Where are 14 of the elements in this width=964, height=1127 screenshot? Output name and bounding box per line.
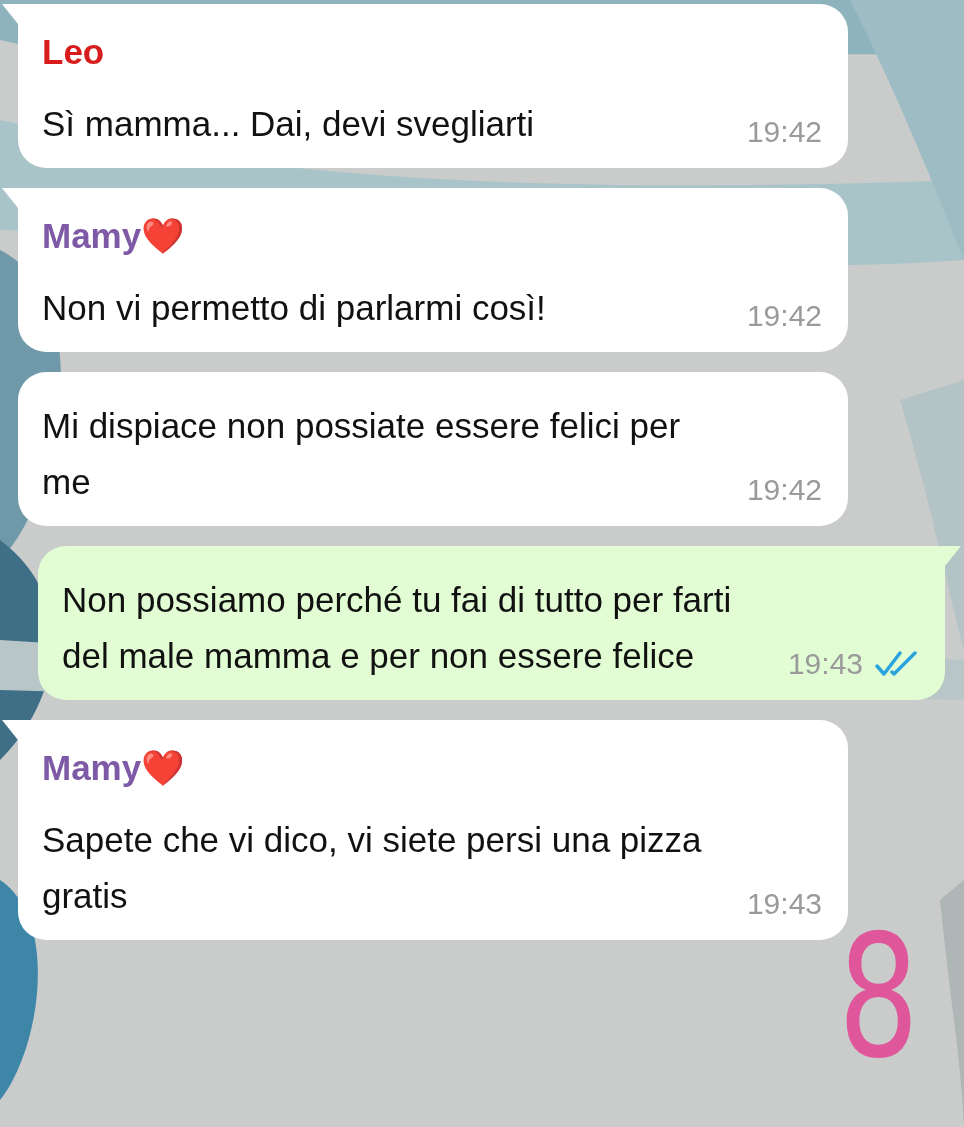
message-text: Non vi permetto di parlarmi così! (42, 287, 546, 329)
message-text: Sì mamma... Dai, devi svegliarti (42, 103, 535, 145)
message-time: 19:42 (746, 298, 822, 334)
message-time: 19:43 (746, 886, 822, 922)
sender-name: Mamy❤ (42, 747, 187, 789)
sender-name: Mamy❤ (42, 215, 187, 257)
message-time: 19:42 (746, 472, 822, 508)
handwritten-number: 8 (838, 912, 920, 1082)
message-text: Non possiamo perché tu fai di tutto per farti del male mamma e per non essere felice (62, 579, 733, 677)
message-text: Mi dispiace non possiate essere felici per me (42, 405, 682, 503)
sender-name: Leo (42, 31, 106, 73)
message-text: Sapete che vi dico, vi siete persi una pizza gratis (42, 819, 703, 917)
message-time: 19:43 (787, 646, 863, 682)
message-time: 19:42 (746, 114, 822, 150)
